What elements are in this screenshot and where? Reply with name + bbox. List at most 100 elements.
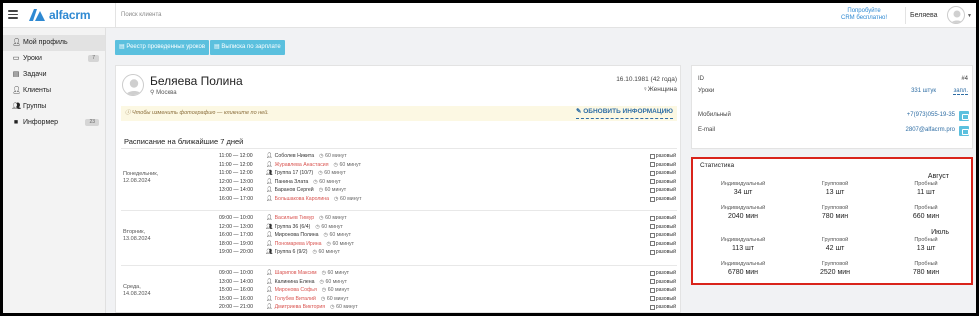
lesson-participant[interactable]: Группа 36 (6/4) <box>275 223 311 231</box>
one-time-checkbox[interactable]: разовый <box>649 178 676 186</box>
user-icon: 👤︎ <box>12 39 21 46</box>
lesson-row[interactable]: 15:00 — 16:00 👤︎ Миронова Софья ◷ 60 минут <box>219 286 349 294</box>
user-name[interactable]: Беляева <box>910 12 938 19</box>
tasks-icon: ▤ <box>12 71 20 78</box>
sidebar-item-label: Клиенты <box>23 87 52 94</box>
one-time-checkbox[interactable]: разовый <box>649 240 676 248</box>
one-time-checkbox[interactable]: разовый <box>649 214 676 222</box>
menu-icon[interactable] <box>8 10 18 19</box>
one-time-checkbox[interactable]: разовый <box>649 152 676 160</box>
lesson-row[interactable]: 11:00 — 12:00 👥︎ Группа 17 (10/7) ◷ 60 мину… <box>219 169 346 177</box>
one-time-checkbox[interactable]: разовый <box>649 278 676 286</box>
clock-icon: ◷ <box>320 295 326 302</box>
lesson-participant[interactable]: Миронова Полина <box>275 231 319 239</box>
one-time-checkbox[interactable]: разовый <box>649 295 676 303</box>
lesson-row[interactable]: 13:00 — 14:00 👤︎ Калинина Елена ◷ 60 минут <box>219 278 347 286</box>
client-dob: 16.10.1981 (42 года) <box>616 76 677 83</box>
lesson-row[interactable]: 18:00 — 19:00 👤︎ Пономарева Ирина ◷ 60 мину… <box>219 240 354 248</box>
client-name: Беляева Полина <box>150 74 243 88</box>
location-icon: ⚲ <box>150 90 155 96</box>
profile-card: Беляева Полина ⚲ Москва 16.10.1981 (42 г… <box>115 65 681 313</box>
one-time-checkbox[interactable]: разовый <box>649 161 676 169</box>
one-time-checkbox[interactable]: разовый <box>649 286 676 294</box>
lesson-participant[interactable]: Васильев Тимур <box>275 214 315 222</box>
salary-statement-button[interactable]: ▤ Выписка по зарплате <box>210 40 285 55</box>
one-time-checkbox[interactable]: разовый <box>649 231 676 239</box>
chevron-down-icon[interactable]: ▼ <box>967 13 972 19</box>
lesson-participant[interactable]: Миронова Софья <box>275 286 317 294</box>
lessons-pay-link[interactable]: запл. <box>953 88 968 95</box>
lesson-row[interactable]: 15:00 — 16:00 👤︎ Голубев Виталий ◷ 60 минут <box>219 295 348 303</box>
sidebar-item-lessons[interactable]: ▭ Уроки 7 <box>3 51 105 67</box>
lesson-row[interactable]: 09:00 — 10:00 👤︎ Васильев Тимур ◷ 60 минут <box>219 214 347 222</box>
lesson-participant[interactable]: Соболев Никита <box>275 152 315 160</box>
lesson-row[interactable]: 16:00 — 17:00 👤︎ Большакова Каролина ◷ 60 м… <box>219 195 362 203</box>
try-crm-link[interactable]: Попробуйте CRM бесплатно! <box>841 8 887 22</box>
one-time-label: разовый <box>655 170 676 177</box>
clock-icon: ◷ <box>326 240 331 247</box>
lesson-row[interactable]: 11:00 — 12:00 👤︎ Журавлева Анастасия ◷ 60 м… <box>219 161 361 169</box>
mail-icon[interactable] <box>959 126 969 136</box>
lesson-row[interactable]: 20:00 — 21:00 👤︎ Дмитриева Виктория ◷ 60 ми… <box>219 303 358 311</box>
sidebar-item-informer[interactable]: ■ Информер 23 <box>3 115 105 131</box>
lesson-participant[interactable]: Большакова Каролина <box>275 195 329 203</box>
lesson-participant[interactable]: Группа 6 (9/2) <box>275 248 308 256</box>
group-icon: 👥︎ <box>266 249 273 256</box>
duration-text: 60 минут <box>318 249 340 256</box>
checkbox-icon <box>649 279 655 285</box>
lesson-row[interactable]: 12:00 — 13:00 👥︎ Группа 36 (6/4) ◷ 60 минут <box>219 223 343 231</box>
lessons-count-link[interactable]: 331 штук <box>911 88 936 94</box>
duration-text: 60 минут <box>325 278 348 285</box>
lesson-time: 11:00 — 12:00 <box>219 161 253 168</box>
one-time-checkbox[interactable]: разовый <box>649 186 676 194</box>
lesson-row[interactable]: 13:00 — 14:00 👤︎ Баранов Сергей ◷ 60 минут <box>219 186 346 194</box>
one-time-checkbox[interactable]: разовый <box>649 195 676 203</box>
user-icon: 👤︎ <box>266 187 273 194</box>
lessons-registry-button[interactable]: ▤ Реестр проведенных уроков <box>115 40 210 55</box>
sidebar-item-profile[interactable]: 👤︎ Мой профиль <box>3 35 105 51</box>
one-time-checkbox[interactable]: разовый <box>649 169 676 177</box>
logo[interactable]: alfacrm <box>29 8 90 22</box>
lesson-time: 12:00 — 13:00 <box>219 178 254 185</box>
stats-cell: Групповой 42 шт <box>805 237 865 253</box>
lesson-participant[interactable]: Калинина Елена <box>275 278 315 286</box>
lesson-row[interactable]: 12:00 — 13:00 👤︎ Панина Злата ◷ 60 минут <box>219 178 341 186</box>
lesson-participant[interactable]: Баранов Сергей <box>275 186 314 194</box>
duration-text: 60 минут <box>326 295 349 302</box>
sidebar-item-clients[interactable]: 👤︎ Клиенты <box>3 83 105 99</box>
button-label: Реестр проведенных уроков <box>126 44 206 50</box>
email-value[interactable]: 2807@alfacrm.pro <box>906 127 955 133</box>
sidebar-item-tasks[interactable]: ▤ Задачи <box>3 67 105 83</box>
lesson-duration: ◷ 60 минут <box>334 195 362 203</box>
lesson-row[interactable]: 09:00 — 10:00 👤︎ Шарипов Максим ◷ 60 минут <box>219 269 349 277</box>
city-text: Москва <box>156 90 177 96</box>
lesson-duration: ◷ 60 минут <box>320 278 348 286</box>
lesson-participant[interactable]: Шарипов Максим <box>275 269 317 277</box>
one-time-checkbox[interactable]: разовый <box>649 248 676 256</box>
checkbox-icon <box>649 162 655 168</box>
lesson-row[interactable]: 16:00 — 17:00 👤︎ Миронова Полина ◷ 60 минут <box>219 231 351 239</box>
one-time-checkbox[interactable]: разовый <box>649 223 676 231</box>
sms-icon[interactable] <box>959 111 969 121</box>
lesson-participant[interactable]: Пономарева Ирина <box>275 240 322 248</box>
lesson-participant[interactable]: Группа 17 (10/7) <box>275 169 314 177</box>
lesson-participant[interactable]: Дмитриева Виктория <box>275 303 326 311</box>
mobile-value[interactable]: +7(973)055-19-35 <box>907 112 955 118</box>
lesson-row[interactable]: 19:00 — 20:00 👥︎ Группа 6 (9/2) ◷ 60 минут <box>219 248 340 256</box>
update-info-link[interactable]: ✎ ОБНОВИТЬ ИНФОРМАЦИЮ <box>575 106 673 119</box>
lesson-row[interactable]: 11:00 — 12:00 👤︎ Соболев Никита ◷ 60 минут <box>219 152 347 160</box>
stats-label: Групповой <box>821 205 849 211</box>
lesson-participant[interactable]: Панина Злата <box>275 178 309 186</box>
profile-photo[interactable] <box>122 74 144 96</box>
lesson-participant[interactable]: Голубев Виталий <box>275 295 316 303</box>
checkbox-icon <box>649 241 655 247</box>
lesson-participant[interactable]: Журавлева Анастасия <box>275 161 329 169</box>
clock-icon: ◷ <box>321 287 327 294</box>
sidebar-item-groups[interactable]: 👥︎ Группы <box>3 99 105 115</box>
user-avatar[interactable] <box>947 6 965 24</box>
one-time-checkbox[interactable]: разовый <box>649 269 676 277</box>
checkbox-icon <box>649 296 655 302</box>
one-time-checkbox[interactable]: разовый <box>649 303 676 311</box>
day-name: Понедельник, <box>123 170 159 177</box>
client-search-input[interactable]: Поиск клиента <box>115 3 415 28</box>
